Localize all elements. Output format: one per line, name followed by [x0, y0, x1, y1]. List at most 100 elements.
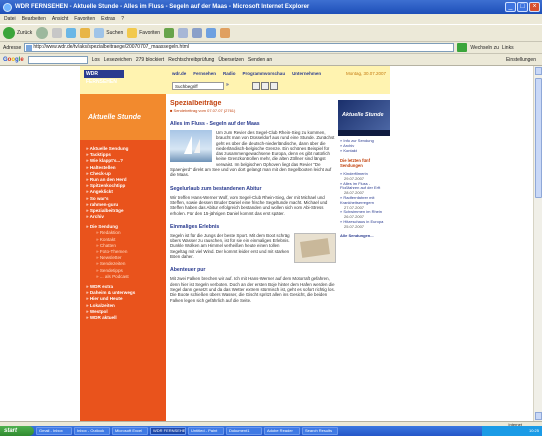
address-url: http://www.wdr.de/tv/aks/spezialbeitraeg… — [33, 44, 189, 50]
sailboat-image — [170, 130, 212, 162]
google-go-button[interactable]: Los — [92, 57, 100, 63]
go-arrow-icon[interactable] — [457, 43, 468, 52]
article-paragraph: Wir treffen Hans-Werner Wolf, vom Segel-… — [170, 194, 328, 216]
recent-shows-heading: Die letzten fünf Sendungen — [340, 158, 371, 168]
wdr-logo[interactable]: WDR FERNSEHEN — [84, 70, 124, 85]
search-button[interactable]: Suchen — [94, 28, 123, 38]
google-search-input[interactable] — [27, 55, 88, 64]
scroll-up-arrow-icon[interactable] — [535, 67, 542, 75]
maximize-button[interactable]: □ — [517, 2, 528, 12]
left-nav-item[interactable]: » Archiv — [86, 214, 166, 220]
history-icon[interactable] — [164, 28, 175, 38]
nav-unternehmen[interactable]: Unternehmen — [292, 71, 321, 76]
taskbar-button[interactable]: Adobe Reader — [264, 427, 300, 435]
article-meta: ■ Sendebeitrag vom 07.07.07 (2761) — [170, 108, 236, 113]
section-heading: Abenteuer pur — [170, 267, 206, 274]
taskbar-button[interactable]: WDR FERNSEHEN — [150, 427, 186, 435]
font-size-icon[interactable] — [270, 82, 278, 90]
nav-fernsehen[interactable]: Fernsehen — [193, 71, 216, 76]
go-button[interactable]: Wechseln zu — [470, 45, 499, 51]
back-button[interactable]: Zurück — [3, 27, 32, 39]
address-label: Adresse — [3, 44, 22, 51]
page-title: Spezialbeiträge — [170, 100, 222, 107]
recent-show-title: » Alles im Fluss - Floßfahren auf der Er… — [340, 180, 381, 191]
taskbar-button[interactable]: Gmail - Inbox — [36, 427, 72, 435]
nav-programmvorschau[interactable]: Programmvorschau — [243, 71, 286, 76]
page-date: Montag, 30.07.2007 — [345, 71, 386, 76]
sail-shape — [184, 136, 192, 154]
header-tool-icons — [252, 82, 278, 90]
translate-button[interactable]: Übersetzen — [218, 57, 244, 63]
forward-button[interactable] — [36, 27, 49, 39]
popup-blocker-button[interactable]: 279 blockiert — [136, 57, 164, 63]
scroll-thumb[interactable] — [535, 78, 542, 198]
google-bookmarks-button[interactable]: Lesezeichen — [104, 57, 132, 63]
google-letter: e — [20, 56, 24, 63]
menu-edit[interactable]: Bearbeiten — [22, 16, 46, 22]
refresh-icon[interactable] — [66, 28, 77, 38]
wdr-page: WDR FERNSEHEN wdr.de Fernsehen Radio Pro… — [80, 66, 390, 421]
link-kontakt[interactable]: » Kontakt — [340, 148, 390, 153]
recent-show-date: 25.07.2007 — [344, 223, 365, 229]
system-tray: 10:25 — [482, 426, 542, 436]
links-button[interactable]: Links — [502, 45, 514, 51]
section-heading: Segelurlaub zum bestandenen Abitur — [170, 185, 262, 192]
section-heading: Einmaliges Erlebnis — [170, 223, 220, 230]
browser-viewport: WDR FERNSEHEN wdr.de Fernsehen Radio Pro… — [0, 66, 533, 421]
google-settings-button[interactable]: Einstellungen — [506, 57, 536, 63]
google-toolbar: Google Los Lesezeichen 279 blockiert Rec… — [0, 54, 542, 66]
right-column: Aktuelle Stunde » Info zur Sendung » Arc… — [338, 100, 390, 421]
print-icon[interactable] — [192, 28, 203, 38]
favorites-label: Favoriten — [139, 30, 161, 36]
article-heading: Alles im Fluss - Segeln auf der Maas — [170, 121, 260, 127]
left-nav-subitem[interactable]: » ... als Podcast — [86, 274, 166, 280]
mail-icon[interactable] — [178, 28, 189, 38]
taskbar-button[interactable]: Microsoft Excel — [112, 427, 148, 435]
promo-banner[interactable]: Aktuelle Stunde — [338, 100, 390, 136]
left-nav-item[interactable]: » WDR aktuell — [86, 315, 166, 321]
wdr-top-nav: wdr.de Fernsehen Radio Programmvorschau … — [172, 71, 321, 76]
edit-icon[interactable] — [206, 28, 217, 38]
sail-shape — [194, 139, 200, 153]
menu-view[interactable]: Ansicht — [52, 16, 68, 22]
close-button[interactable]: × — [529, 2, 540, 12]
folder-icon[interactable] — [220, 28, 231, 38]
recent-show-item[interactable]: » Radfernfahrer mit Krankheitserregern 27… — [340, 195, 390, 210]
menu-favorites[interactable]: Favoriten — [74, 16, 95, 22]
site-search-input[interactable]: Suchbegriff — [172, 82, 224, 90]
nav-wdr-de[interactable]: wdr.de — [172, 71, 186, 76]
menu-help[interactable]: ? — [121, 16, 124, 22]
browser-toolbar: Zurück Suchen Favoriten — [0, 24, 542, 42]
window-titlebar: WDR FERNSEHEN - Aktuelle Stunde - Alles … — [0, 0, 542, 14]
taskbar-button[interactable]: Untitled - Paint — [188, 427, 224, 435]
minimize-button[interactable]: _ — [505, 2, 516, 12]
all-shows-link[interactable]: Alle Sendungen... — [338, 233, 390, 238]
send-page-icon[interactable] — [261, 82, 269, 90]
ie-logo-icon — [3, 2, 12, 12]
menu-file[interactable]: Datei — [4, 16, 16, 22]
left-nav-list: » Aktuelle Sendung» Tacktipps» Wie klapp… — [80, 140, 166, 321]
nav-radio[interactable]: Radio — [223, 71, 236, 76]
favorites-button[interactable]: Favoriten — [127, 28, 160, 38]
taskbar-button[interactable]: Inbox - Outlook — [74, 427, 110, 435]
spellcheck-button[interactable]: Rechtschreibprüfung — [168, 57, 214, 63]
address-input[interactable]: http://www.wdr.de/tv/aks/spezialbeitraeg… — [24, 43, 455, 52]
home-icon[interactable] — [80, 28, 91, 38]
page-icon — [26, 45, 33, 51]
send-to-button[interactable]: Senden an — [248, 57, 272, 63]
scroll-down-arrow-icon[interactable] — [535, 412, 542, 420]
wdr-header: WDR FERNSEHEN wdr.de Fernsehen Radio Pro… — [80, 66, 390, 94]
start-button[interactable]: start — [0, 426, 34, 436]
taskbar-button[interactable]: Search Results — [302, 427, 338, 435]
recent-show-item[interactable]: » Alles im Fluss - Floßfahren auf der Er… — [340, 180, 390, 196]
stop-icon[interactable] — [52, 28, 63, 38]
recent-show-item[interactable]: » Hitzeschaus in Europa 25.07.2007 — [340, 219, 390, 230]
vertical-scrollbar[interactable] — [533, 66, 542, 421]
left-navigation: Aktuelle Stunde » Aktuelle Sendung» Tack… — [80, 94, 166, 421]
google-logo[interactable]: Google — [3, 57, 24, 63]
site-search-button[interactable]: » — [226, 82, 229, 88]
menu-tools[interactable]: Extras — [101, 16, 115, 22]
taskbar-button[interactable]: Dokument1 — [226, 427, 262, 435]
brand-banner[interactable]: Aktuelle Stunde — [80, 94, 166, 140]
print-page-icon[interactable] — [252, 82, 260, 90]
